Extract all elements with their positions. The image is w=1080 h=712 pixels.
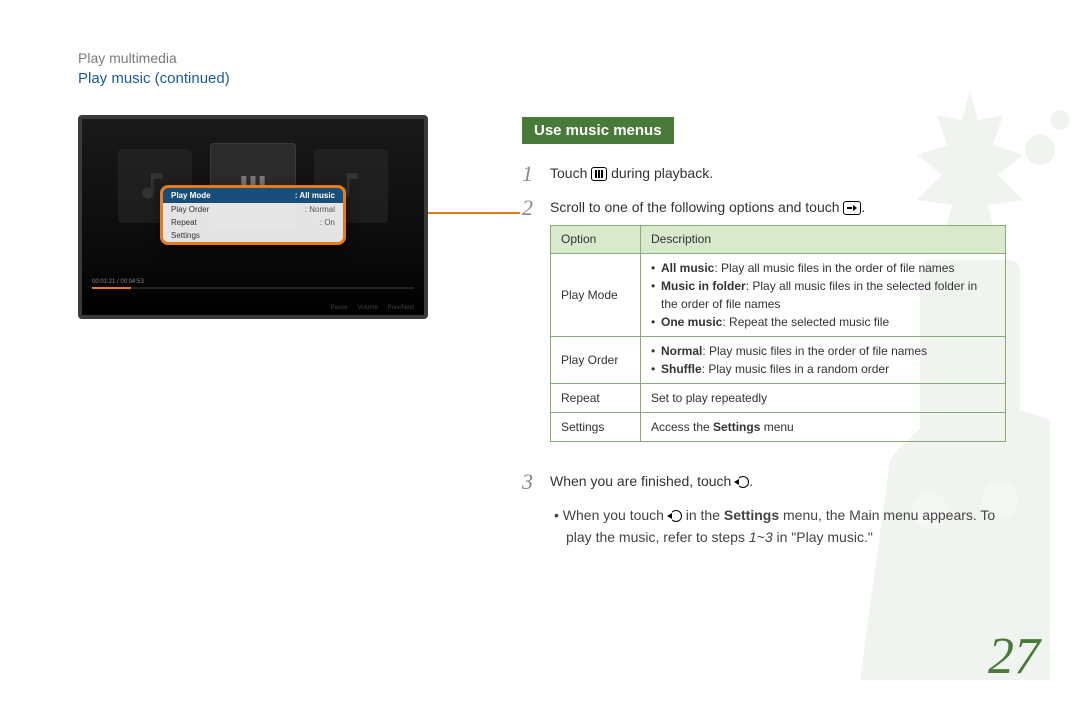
th-option: Option (551, 225, 641, 253)
text: When you touch (563, 507, 668, 523)
section-title: Play music (continued) (78, 70, 1020, 87)
opt-bold: Shuffle (661, 362, 702, 376)
popup-row: Repeat : On (163, 216, 343, 229)
content-row: Play Mode : All music Play Order : Norma… (78, 115, 1020, 549)
opt-rest: : Repeat the selected music file (722, 315, 889, 329)
page-number: 27 (988, 627, 1040, 686)
popup-row: Play Order : Normal (163, 203, 343, 216)
opt-bold: Normal (661, 344, 702, 358)
footbar-item: Prev/Next (388, 305, 414, 311)
popup-row-value: : On (320, 218, 335, 227)
step-2: 2 Scroll to one of the following options… (522, 196, 1020, 460)
text: in the (682, 507, 724, 523)
step-text: When you are finished, touch . (550, 470, 753, 494)
step-number: 3 (522, 470, 538, 494)
cell-desc: Access the Settings menu (641, 412, 1006, 441)
ok-icon (843, 201, 861, 215)
back-icon (735, 475, 749, 489)
text: Touch (550, 165, 591, 181)
step-number: 1 (522, 162, 538, 186)
bold: Settings (724, 507, 779, 523)
opt-rest: : Play music files in the order of file … (702, 344, 927, 358)
step-1: 1 Touch during playback. (522, 162, 1020, 186)
table-row: Play Order Normal: Play music files in t… (551, 336, 1006, 383)
table-row: Settings Access the Settings menu (551, 412, 1006, 441)
opt-bold: All music (661, 261, 714, 275)
cell-desc: Normal: Play music files in the order of… (641, 336, 1006, 383)
cell-desc: All music: Play all music files in the o… (641, 253, 1006, 336)
instructions-column: Use music menus 1 Touch during playback.… (522, 115, 1020, 549)
cell-option: Play Mode (551, 253, 641, 336)
opt-rest: : Play all music files in the order of f… (714, 261, 954, 275)
callout-line (428, 212, 520, 214)
step-3: 3 When you are finished, touch . (522, 470, 1020, 494)
breadcrumb: Play multimedia (78, 50, 1020, 66)
popup-header: Play Mode : All music (163, 188, 343, 203)
opt-bold: Music in folder (661, 279, 746, 293)
progress-bar (92, 287, 414, 289)
back-icon (668, 509, 682, 523)
text: . (749, 473, 753, 489)
table-row: Play Mode All music: Play all music file… (551, 253, 1006, 336)
footbar: Pause Volume Prev/Next (331, 305, 414, 311)
step-text: Scroll to one of the following options a… (550, 199, 865, 215)
heading-pill: Use music menus (522, 117, 674, 144)
menu-icon (591, 167, 607, 181)
cell-option: Play Order (551, 336, 641, 383)
step-number: 2 (522, 196, 538, 460)
cell-desc: Set to play repeatedly (641, 383, 1006, 412)
cell-option: Settings (551, 412, 641, 441)
cell-option: Repeat (551, 383, 641, 412)
text: When you are finished, touch (550, 473, 735, 489)
footbar-item: Volume (358, 305, 378, 311)
popup-row-label: Settings (171, 231, 200, 240)
options-table: Option Description Play Mode All music: … (550, 225, 1006, 442)
popup-row: Settings (163, 229, 343, 242)
text: in "Play music." (773, 529, 873, 545)
text: Scroll to one of the following options a… (550, 199, 843, 215)
popup-head-value: : All music (295, 191, 335, 200)
time-label: 00:01:21 / 00:04:53 (92, 279, 144, 285)
opt-bold: One music (661, 315, 722, 329)
step-body: Scroll to one of the following options a… (550, 196, 1006, 460)
play-mode-popup: Play Mode : All music Play Order : Norma… (160, 185, 346, 245)
note: When you touch in the Settings menu, the… (522, 504, 1020, 549)
opt-rest: : Play music files in a random order (702, 362, 889, 376)
emphasis: 1~3 (749, 529, 773, 545)
text: . (861, 199, 865, 215)
popup-row-label: Play Order (171, 205, 209, 214)
footbar-item: Pause (331, 305, 348, 311)
table-row: Repeat Set to play repeatedly (551, 383, 1006, 412)
music-player-screenshot: Play Mode : All music Play Order : Norma… (78, 115, 428, 319)
text: during playback. (607, 165, 713, 181)
popup-row-label: Repeat (171, 218, 197, 227)
popup-head-label: Play Mode (171, 191, 211, 200)
step-text: Touch during playback. (550, 162, 713, 186)
popup-row-value: : Normal (305, 205, 335, 214)
th-description: Description (641, 225, 1006, 253)
